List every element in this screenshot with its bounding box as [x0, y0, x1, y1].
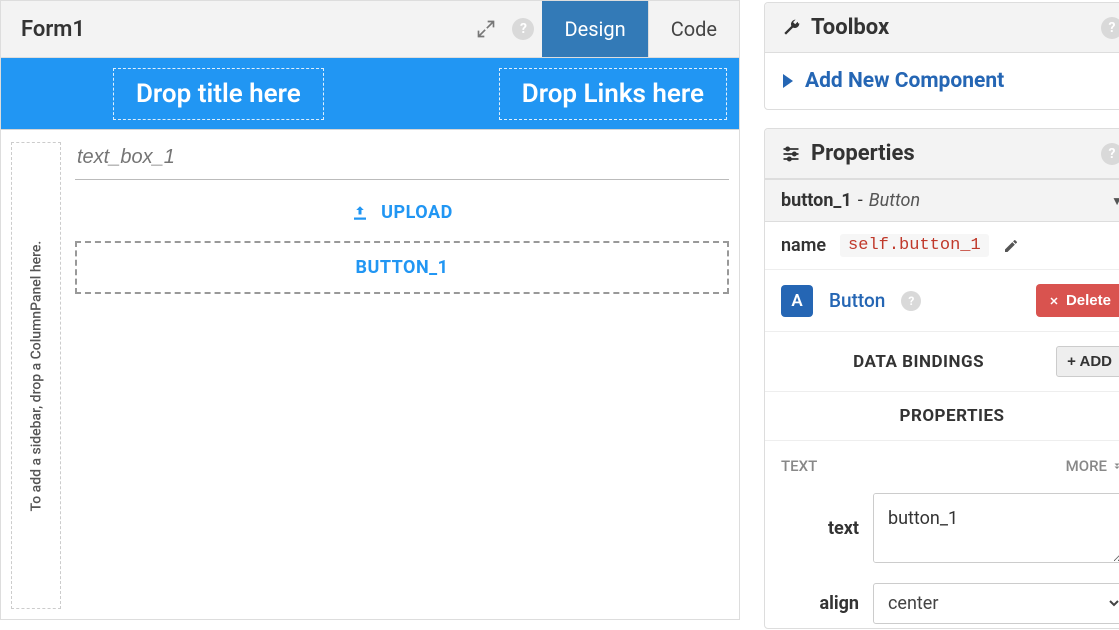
sidebar-drop-zone[interactable]: To add a sidebar, drop a ColumnPanel her…: [11, 142, 61, 609]
form-title: Form1: [1, 1, 472, 57]
data-bindings-header: DATA BINDINGS: [781, 352, 1056, 372]
help-icon[interactable]: ?: [901, 291, 921, 311]
text-field-input[interactable]: [873, 493, 1119, 563]
sidebar-hint-label: To add a sidebar, drop a ColumnPanel her…: [28, 240, 44, 511]
help-icon[interactable]: ?: [1101, 143, 1119, 165]
component-selector-dropdown[interactable]: button_1 - Button ▼: [765, 179, 1119, 222]
form-header: Form1 ? Design Code: [0, 0, 740, 58]
properties-title: Properties: [811, 141, 1091, 166]
upload-component[interactable]: UPLOAD: [75, 180, 729, 241]
wrench-icon: [781, 18, 801, 38]
selected-component-name: button_1: [781, 190, 852, 211]
align-field-select[interactable]: center: [873, 583, 1119, 624]
button-component-selected[interactable]: BUTTON_1: [75, 241, 729, 294]
app-bar: Drop title here Drop Links here: [1, 58, 739, 130]
chevrons-down-icon: [1111, 460, 1119, 472]
help-icon[interactable]: ?: [1101, 17, 1119, 39]
chevron-right-icon: [783, 74, 793, 88]
properties-panel: Properties ? button_1 - Button ▼ name se…: [764, 128, 1119, 629]
name-value: self.button_1: [840, 234, 989, 257]
text-group-label: TEXT: [781, 457, 817, 475]
edit-name-icon[interactable]: [1003, 238, 1019, 254]
align-field-label: align: [781, 593, 859, 614]
button-component-label: BUTTON_1: [356, 257, 449, 278]
name-label: name: [781, 235, 826, 256]
chevron-down-icon: ▼: [1111, 194, 1119, 208]
upload-icon: [351, 204, 369, 222]
help-icon[interactable]: ?: [512, 18, 534, 40]
text-field-label: text: [781, 518, 859, 539]
design-canvas: Drop title here Drop Links here To add a…: [0, 58, 740, 620]
tab-design[interactable]: Design: [542, 1, 647, 57]
expand-icon[interactable]: [472, 15, 500, 43]
tab-code[interactable]: Code: [648, 1, 739, 57]
toolbox-title: Toolbox: [811, 15, 1091, 40]
selected-component-type: Button: [869, 190, 920, 211]
add-new-component-button[interactable]: Add New Component: [783, 69, 1119, 93]
delete-label: Delete: [1066, 292, 1111, 309]
component-type-icon: A: [781, 285, 813, 317]
component-type-link[interactable]: Button: [829, 289, 885, 312]
drop-title-zone[interactable]: Drop title here: [113, 68, 324, 120]
close-icon: [1048, 295, 1060, 307]
add-binding-button[interactable]: + ADD: [1056, 346, 1119, 377]
toolbox-panel: Toolbox ? Add New Component: [764, 2, 1119, 110]
textbox-component[interactable]: [75, 142, 729, 180]
sliders-icon: [781, 144, 801, 164]
upload-label: UPLOAD: [381, 202, 453, 223]
properties-section-header: PROPERTIES: [781, 406, 1119, 426]
add-new-label: Add New Component: [805, 69, 1004, 93]
delete-button[interactable]: Delete: [1036, 284, 1119, 317]
more-toggle[interactable]: MORE: [1066, 457, 1119, 475]
drop-links-zone[interactable]: Drop Links here: [499, 68, 727, 120]
